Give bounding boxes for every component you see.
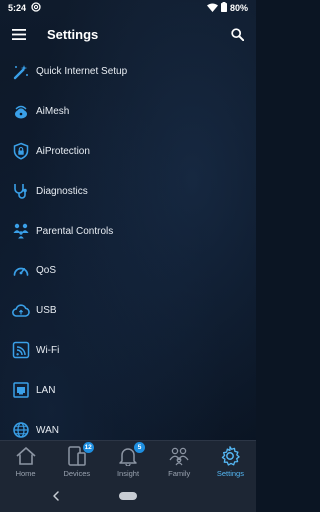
settings-item-label: AiMesh — [36, 106, 70, 118]
nav-item-insight[interactable]: 5 Insight — [102, 441, 153, 480]
settings-item-label: USB — [36, 305, 57, 317]
nav-item-home[interactable]: Home — [0, 441, 51, 480]
page-title: Settings — [47, 26, 99, 42]
settings-item-label: LAN — [36, 384, 56, 396]
settings-item-aimesh[interactable]: AiMesh — [0, 92, 256, 132]
speedometer-icon — [12, 262, 30, 280]
bell-icon: 5 — [117, 442, 145, 467]
globe-icon — [12, 421, 30, 439]
family-icon — [168, 445, 190, 467]
settings-list: Quick Internet Setup AiMesh AiProtection… — [0, 52, 256, 450]
lan-port-icon — [12, 381, 30, 399]
settings-item-aiprotection[interactable]: AiProtection — [0, 132, 256, 172]
settings-item-label: Wi-Fi — [36, 344, 60, 356]
devices-count-badge: 12 — [82, 442, 94, 453]
nav-item-settings[interactable]: Settings — [205, 441, 256, 480]
gear-icon — [219, 445, 241, 467]
settings-item-lan[interactable]: LAN — [0, 370, 256, 410]
battery-icon — [220, 2, 227, 14]
settings-item-label: WAN — [36, 424, 59, 436]
wifi-signal-icon — [206, 3, 218, 14]
wifi-icon — [12, 341, 30, 359]
home-pill-button[interactable] — [119, 492, 137, 500]
home-icon — [15, 445, 37, 467]
nav-label: Family — [168, 469, 191, 478]
settings-item-quick-internet-setup[interactable]: Quick Internet Setup — [0, 52, 256, 92]
status-bar: 5:24 80% — [0, 0, 256, 16]
hamburger-menu-icon[interactable] — [10, 25, 28, 43]
bottom-nav: Home 12 Devices 5 Insight Family Setting… — [0, 440, 256, 480]
app-screen: 5:24 80% Settings Quick Internet Setup A… — [0, 0, 256, 512]
settings-item-label: Parental Controls — [36, 225, 114, 237]
back-chevron-icon[interactable] — [50, 489, 62, 503]
system-nav-bar — [0, 480, 256, 512]
settings-item-usb[interactable]: USB — [0, 291, 256, 331]
mesh-router-icon — [12, 103, 30, 121]
nav-label: Home — [15, 469, 36, 478]
settings-item-label: Quick Internet Setup — [36, 66, 128, 78]
cloud-usb-icon — [12, 302, 30, 320]
stethoscope-icon — [12, 182, 30, 200]
nav-label: Devices — [63, 469, 91, 478]
settings-item-qos[interactable]: QoS — [0, 251, 256, 291]
settings-item-parental-controls[interactable]: Parental Controls — [0, 211, 256, 251]
settings-item-label: Diagnostics — [36, 185, 88, 197]
nav-item-devices[interactable]: 12 Devices — [51, 441, 102, 480]
battery-level: 80% — [229, 3, 248, 13]
app-bar: Settings — [0, 16, 256, 52]
nav-item-family[interactable]: Family — [154, 441, 205, 480]
nav-label: Settings — [216, 469, 244, 478]
settings-item-wifi[interactable]: Wi-Fi — [0, 331, 256, 371]
devices-icon: 12 — [66, 442, 94, 467]
nav-label: Insight — [116, 469, 140, 478]
shield-lock-icon — [12, 142, 30, 161]
settings-item-label: QoS — [36, 265, 57, 277]
status-time: 5:24 — [8, 3, 27, 13]
settings-item-diagnostics[interactable]: Diagnostics — [0, 171, 256, 211]
insight-count-badge: 5 — [134, 442, 145, 453]
wand-icon — [12, 63, 30, 81]
search-icon[interactable] — [228, 25, 246, 43]
at-sign-icon — [31, 2, 41, 14]
family-icon — [12, 222, 30, 240]
settings-item-label: AiProtection — [36, 145, 90, 157]
